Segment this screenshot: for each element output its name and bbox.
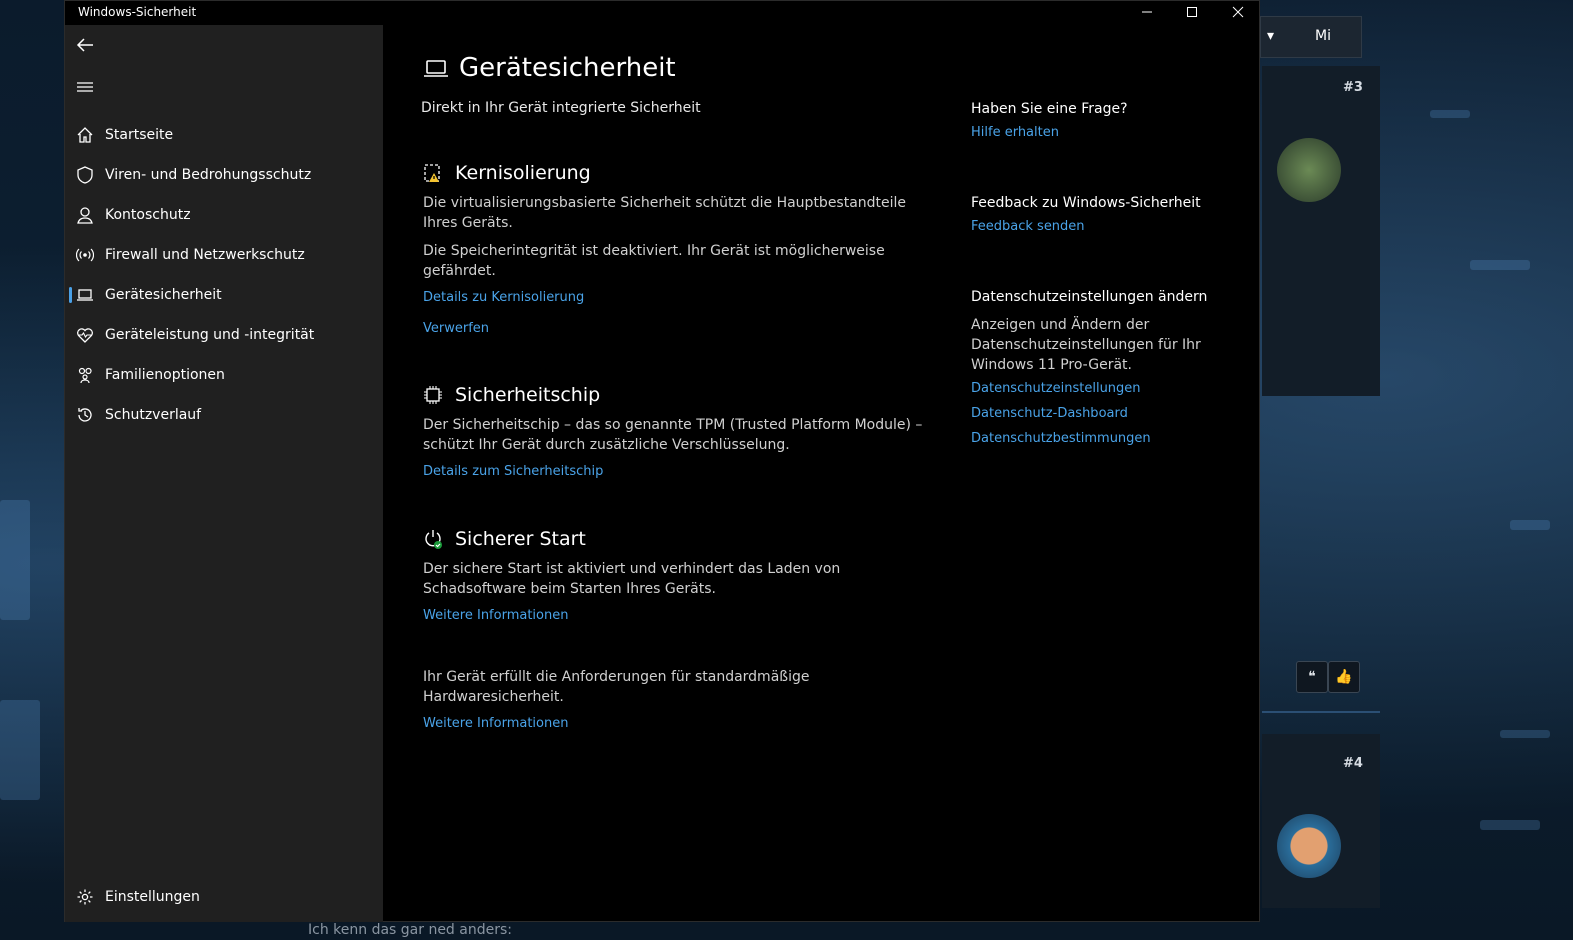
sidebar: Startseite Viren- und Bedrohungsschutz K…	[65, 25, 383, 922]
back-arrow-icon	[76, 38, 93, 52]
sidebar-item-settings[interactable]: Einstellungen	[69, 879, 379, 915]
security-chip-details-link[interactable]: Details zum Sicherheitschip	[423, 464, 923, 479]
secure-boot-more-info-link[interactable]: Weitere Informationen	[423, 608, 923, 623]
help-panel: Haben Sie eine Frage? Hilfe erhalten	[971, 101, 1231, 140]
privacy-panel: Datenschutzeinstellungen ändern Anzeigen…	[971, 289, 1231, 446]
family-icon	[75, 365, 95, 385]
privacy-description: Anzeigen und Ändern der Datenschutzeinst…	[971, 317, 1201, 373]
security-chip-title: Sicherheitschip	[455, 384, 601, 406]
hardware-more-info-link[interactable]: Weitere Informationen	[423, 716, 923, 731]
minimize-button[interactable]	[1124, 1, 1170, 23]
menu-button[interactable]	[73, 75, 97, 99]
laptop-icon	[75, 285, 95, 305]
sidebar-item-history[interactable]: Schutzverlauf	[69, 397, 379, 433]
sidebar-item-label: Gerätesicherheit	[105, 287, 222, 303]
sidebar-item-label: Firewall und Netzwerkschutz	[105, 247, 305, 263]
sidebar-item-virus-protection[interactable]: Viren- und Bedrohungsschutz	[69, 157, 379, 193]
page-header: Gerätesicherheit	[423, 53, 676, 83]
privacy-settings-link[interactable]: Datenschutzeinstellungen	[971, 381, 1231, 396]
sidebar-item-firewall[interactable]: Firewall und Netzwerkschutz	[69, 237, 379, 273]
sidebar-item-account-protection[interactable]: Kontoschutz	[69, 197, 379, 233]
sidebar-item-label: Kontoschutz	[105, 207, 191, 223]
windows-security-window: Windows-Sicherheit Startseite Viren- und…	[64, 0, 1260, 922]
antenna-icon	[75, 245, 95, 265]
forum-member-button[interactable]: ▾ Mi	[1260, 16, 1362, 58]
main-content: Gerätesicherheit Direkt in Ihr Gerät int…	[383, 25, 1259, 921]
privacy-title: Datenschutzeinstellungen ändern	[971, 289, 1208, 305]
get-help-link[interactable]: Hilfe erhalten	[971, 125, 1231, 140]
sidebar-item-device-security[interactable]: Gerätesicherheit	[69, 277, 379, 313]
question-title: Haben Sie eine Frage?	[971, 101, 1128, 117]
avatar[interactable]	[1277, 138, 1341, 202]
security-chip-description: Der Sicherheitschip – das so genannte TP…	[423, 417, 923, 453]
secure-boot-section: Sicherer Start Der sichere Start ist akt…	[423, 525, 923, 623]
forum-post-3	[1262, 66, 1380, 396]
memory-integrity-status: Die Speicherintegrität ist deaktiviert. …	[423, 243, 885, 279]
post-number: #3	[1343, 80, 1363, 95]
person-icon	[75, 205, 95, 225]
like-button[interactable]: 👍	[1328, 661, 1360, 693]
laptop-icon	[424, 60, 448, 77]
hardware-security-section: Ihr Gerät erfüllt die Anforderungen für …	[423, 661, 923, 731]
shield-icon	[75, 165, 95, 185]
feedback-title: Feedback zu Windows-Sicherheit	[971, 195, 1201, 211]
page-title: Gerätesicherheit	[459, 53, 676, 83]
hardware-security-description: Ihr Gerät erfüllt die Anforderungen für …	[423, 669, 810, 705]
core-isolation-title: Kernisolierung	[455, 162, 591, 184]
post-text: Ich kenn das gar ned anders:	[308, 922, 512, 938]
power-check-icon	[425, 530, 442, 549]
close-icon	[1232, 6, 1244, 18]
secure-boot-description: Der sichere Start ist aktiviert und verh…	[423, 561, 841, 597]
back-button[interactable]	[73, 33, 97, 57]
privacy-statement-link[interactable]: Datenschutzbestimmungen	[971, 431, 1231, 446]
sidebar-item-label: Familienoptionen	[105, 367, 225, 383]
chip-icon	[424, 386, 442, 404]
maximize-button[interactable]	[1169, 1, 1215, 23]
sidebar-item-home[interactable]: Startseite	[69, 117, 379, 153]
minimize-icon	[1142, 11, 1152, 13]
maximize-icon	[1187, 7, 1197, 17]
heart-icon	[75, 325, 95, 345]
close-button[interactable]	[1215, 1, 1261, 23]
history-icon	[75, 405, 95, 425]
title-bar[interactable]: Windows-Sicherheit	[65, 1, 1259, 25]
home-icon	[75, 125, 95, 145]
page-subtitle: Direkt in Ihr Gerät integrierte Sicherhe…	[421, 100, 701, 116]
core-isolation-details-link[interactable]: Details zu Kernisolierung	[423, 290, 923, 305]
sidebar-item-device-performance[interactable]: Geräteleistung und -integrität	[69, 317, 379, 353]
sidebar-item-label: Schutzverlauf	[105, 407, 202, 423]
dismiss-link[interactable]: Verwerfen	[423, 321, 923, 336]
sidebar-item-label: Einstellungen	[105, 889, 200, 905]
post-number: #4	[1343, 756, 1363, 771]
gear-icon	[75, 887, 95, 907]
feedback-panel: Feedback zu Windows-Sicherheit Feedback …	[971, 195, 1231, 234]
core-isolation-description: Die virtualisierungsbasierte Sicherheit …	[423, 195, 907, 231]
privacy-dashboard-link[interactable]: Datenschutz-Dashboard	[971, 406, 1231, 421]
sidebar-item-label: Geräteleistung und -integrität	[105, 327, 315, 343]
sidebar-item-label: Startseite	[105, 127, 174, 143]
security-chip-section: Sicherheitschip Der Sicherheitschip – da…	[423, 381, 923, 479]
send-feedback-link[interactable]: Feedback senden	[971, 219, 1231, 234]
core-isolation-section: Kernisolierung Die virtualisierungsbasie…	[423, 159, 923, 336]
hamburger-icon	[77, 82, 93, 92]
sidebar-item-label: Viren- und Bedrohungsschutz	[105, 167, 312, 183]
sidebar-item-family[interactable]: Familienoptionen	[69, 357, 379, 393]
avatar[interactable]	[1277, 814, 1341, 878]
core-isolation-warning-icon	[424, 164, 440, 182]
window-title: Windows-Sicherheit	[78, 5, 197, 19]
secure-boot-title: Sicherer Start	[455, 528, 586, 550]
quote-button[interactable]: ❝	[1296, 661, 1328, 693]
